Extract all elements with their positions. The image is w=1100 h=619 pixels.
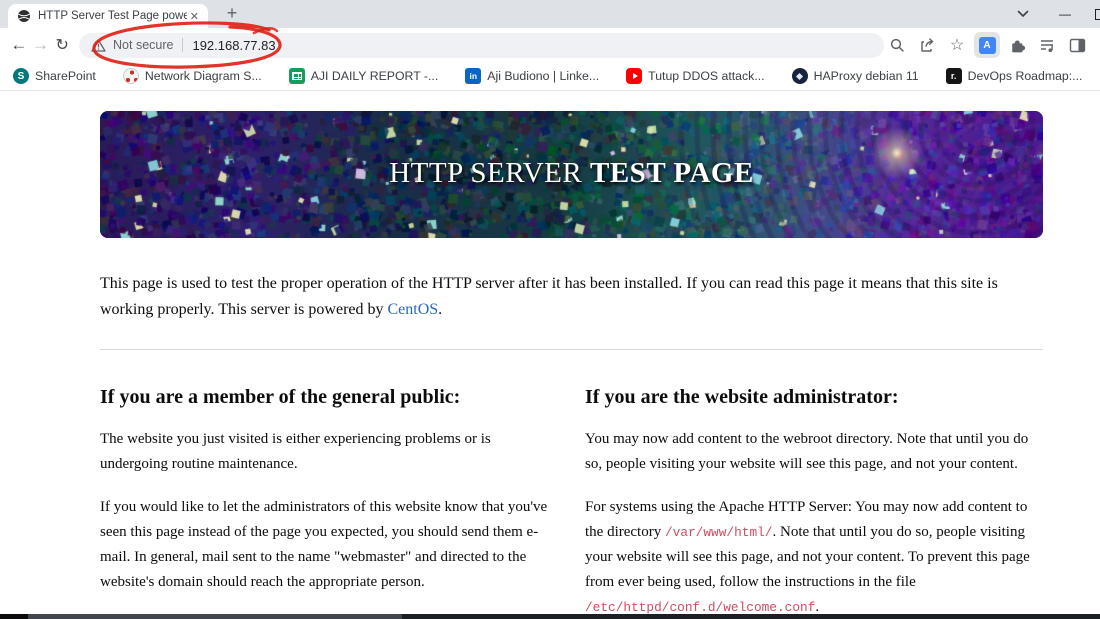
not-secure-label: Not secure: [113, 38, 174, 52]
side-panel-icon[interactable]: [1064, 32, 1090, 58]
browser-toolbar: ← → ↻ Not secure 192.168.77.83 ☆ A: [0, 28, 1100, 62]
new-tab-button[interactable]: +: [220, 2, 244, 26]
intro-paragraph: This page is used to test the proper ope…: [100, 275, 998, 318]
bookmark-sharepoint[interactable]: S SharePoint: [13, 68, 96, 84]
browser-tab[interactable]: HTTP Server Test Page powered ✕: [8, 4, 208, 28]
omnibox-divider: [182, 38, 184, 52]
tab-close-icon[interactable]: ✕: [187, 10, 202, 23]
share-icon[interactable]: [914, 32, 940, 58]
public-heading: If you are a member of the general publi…: [100, 386, 461, 408]
search-icon[interactable]: [884, 32, 910, 58]
forward-button[interactable]: →: [30, 32, 52, 58]
web-page-viewport: HTTP SERVER TEST PAGE This page is used …: [0, 91, 1100, 615]
admin-column: If you are the website administrator: Yo…: [585, 350, 1043, 615]
haproxy-icon: [791, 68, 808, 84]
not-secure-warning-icon[interactable]: [91, 39, 106, 52]
tab-title: HTTP Server Test Page powered: [38, 10, 187, 22]
bookmark-daily-report[interactable]: AJI DAILY REPORT -...: [288, 68, 438, 84]
admin-heading: If you are the website administrator:: [585, 386, 899, 408]
extensions-puzzle-icon[interactable]: [1004, 32, 1030, 58]
google-sheets-icon: [288, 68, 305, 84]
globe-favicon: [17, 9, 31, 23]
bookmarks-bar: S SharePoint Network Diagram S... AJI DA…: [0, 62, 1100, 91]
tab-strip: HTTP Server Test Page powered ✕ + —: [0, 0, 1100, 28]
admin-paragraph-2: For systems using the Apache HTTP Server…: [585, 499, 1030, 615]
back-button[interactable]: ←: [8, 32, 30, 58]
linkedin-icon: in: [465, 68, 482, 84]
translate-icon[interactable]: A: [974, 32, 1001, 58]
roadmap-icon: r.: [945, 68, 962, 84]
maximize-button[interactable]: [1095, 8, 1100, 20]
reload-button[interactable]: ↻: [51, 32, 73, 58]
public-paragraph-1: The website you just visited is either e…: [100, 431, 491, 472]
bookmark-haproxy[interactable]: HAProxy debian 11: [791, 68, 919, 84]
banner-title: HTTP SERVER TEST PAGE: [389, 156, 754, 189]
youtube-icon: [626, 68, 643, 84]
centos-link[interactable]: CentOS: [388, 301, 439, 318]
url-text: 192.168.77.83: [192, 37, 276, 53]
tab-search-chevron-icon[interactable]: [1017, 10, 1029, 18]
public-column: If you are a member of the general publi…: [100, 350, 558, 615]
network-diagram-icon: [122, 68, 139, 84]
bookmark-youtube[interactable]: Tutup DDOS attack...: [626, 68, 765, 84]
taskbar-sliver: [0, 614, 1100, 619]
public-paragraph-2: If you would like to let the administrat…: [100, 499, 548, 590]
media-playlist-icon[interactable]: [1034, 32, 1060, 58]
bookmark-linkedin[interactable]: in Aji Budiono | Linke...: [465, 68, 599, 84]
sharepoint-icon: S: [13, 68, 29, 84]
bookmark-network-diagram[interactable]: Network Diagram S...: [122, 68, 262, 84]
bookmark-star-icon[interactable]: ☆: [944, 32, 970, 58]
path-code: /var/www/html/: [664, 525, 773, 540]
admin-paragraph-1: You may now add content to the webroot d…: [585, 431, 1029, 472]
test-page-banner: HTTP SERVER TEST PAGE: [100, 111, 1043, 238]
minimize-button[interactable]: —: [1059, 7, 1071, 21]
address-bar[interactable]: Not secure 192.168.77.83: [79, 32, 885, 58]
conf-code: /etc/httpd/conf.d/welcome.conf: [585, 600, 816, 615]
bookmark-devops-roadmap[interactable]: r. DevOps Roadmap:...: [945, 68, 1082, 84]
